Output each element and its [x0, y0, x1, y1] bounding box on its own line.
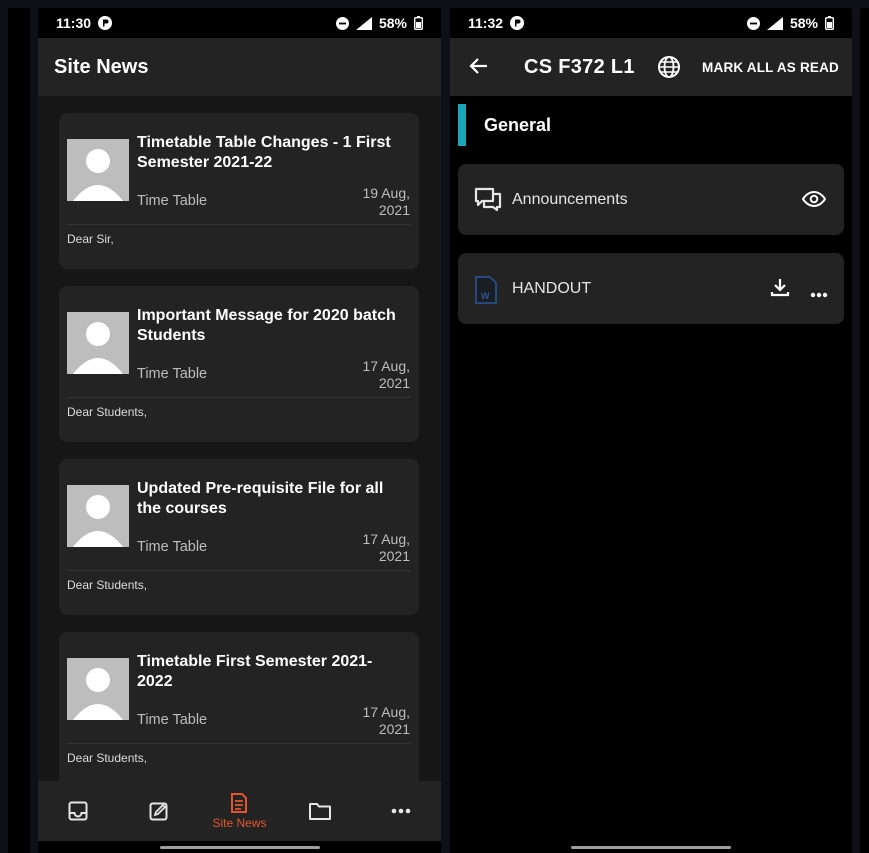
news-title: Timetable Table Changes - 1 First Semest…: [137, 134, 391, 171]
news-date-year: 2021: [378, 548, 410, 564]
status-time: 11:32: [468, 15, 504, 31]
course-title: CS F372 L1: [524, 55, 635, 78]
news-author: Time Table: [137, 712, 208, 728]
news-card[interactable]: Timetable First Semester 2021-2022 Time …: [59, 632, 419, 781]
eye-icon: [801, 190, 827, 208]
news-list: Timetable Table Changes - 1 First Semest…: [38, 96, 441, 781]
news-date-day: 19 Aug,: [362, 185, 411, 201]
news-date-year: 2021: [378, 202, 410, 218]
news-title: Updated Pre-requisite File for all the c…: [137, 480, 384, 517]
do-not-disturb-icon: [335, 16, 349, 30]
news-date: 17 Aug, 2021: [330, 358, 411, 392]
news-date-day: 17 Aug,: [362, 358, 411, 374]
news-card[interactable]: Important Message for 2020 batch Student…: [59, 286, 419, 442]
news-title: Timetable First Semester 2021-2022: [137, 653, 373, 690]
news-preview: Dear Students,: [67, 405, 148, 419]
signal-icon: [355, 16, 372, 30]
status-time: 11:30: [56, 15, 92, 31]
news-document-icon: [231, 793, 248, 813]
word-file-icon: W: [474, 276, 498, 309]
site-news-screen: 11:30 58% Site News Timetable Table Chan…: [38, 8, 441, 853]
do-not-disturb-icon: [746, 16, 760, 30]
app-bar: CS F372 L1 MARK ALL AS READ: [450, 38, 852, 96]
nav-item-more[interactable]: [360, 781, 441, 841]
nav-item-site-news[interactable]: Site News: [199, 781, 280, 841]
back-button[interactable]: [468, 55, 490, 82]
battery-icon: [414, 16, 423, 30]
module-announcements[interactable]: Announcements: [458, 164, 844, 235]
nav-item-inbox[interactable]: [38, 781, 119, 841]
next-screen-peek: [860, 8, 869, 853]
globe-icon: [658, 56, 680, 78]
forum-icon: [474, 187, 502, 218]
download-icon: [770, 279, 790, 297]
inbox-icon: [68, 801, 88, 821]
news-title: Important Message for 2020 batch Student…: [137, 307, 396, 344]
section-title: General: [484, 114, 552, 135]
arrow-left-icon: [469, 58, 487, 74]
module-label: HANDOUT: [512, 280, 592, 297]
battery-icon: [825, 16, 834, 30]
app-bar: Site News: [38, 38, 441, 96]
nav-item-assignments[interactable]: [119, 781, 200, 841]
gesture-home-bar[interactable]: [571, 846, 731, 849]
course-screen: 11:32 58% CS F372 L1 MARK ALL AS READ Ge…: [450, 8, 852, 853]
bottom-navigation: Site News: [38, 781, 441, 841]
module-handout[interactable]: W HANDOUT: [458, 253, 844, 324]
download-button[interactable]: [769, 276, 791, 303]
section-header: General: [458, 104, 551, 146]
author-avatar: [67, 485, 129, 547]
visibility-button[interactable]: [801, 187, 827, 216]
nav-item-files[interactable]: [280, 781, 361, 841]
module-label: Announcements: [512, 191, 628, 208]
previous-screen-peek: [8, 8, 30, 853]
folder-icon: [309, 803, 332, 820]
more-options-button[interactable]: [810, 285, 828, 303]
news-preview: Dear Sir,: [67, 232, 114, 246]
news-preview: Dear Students,: [67, 578, 148, 592]
more-horizontal-icon: [810, 292, 828, 298]
more-horizontal-icon: [391, 808, 410, 814]
news-date-year: 2021: [378, 721, 410, 737]
battery-percent: 58%: [378, 15, 407, 31]
news-card[interactable]: Updated Pre-requisite File for all the c…: [59, 459, 419, 615]
section-accent-bar: [458, 104, 466, 146]
news-author: Time Table: [137, 193, 208, 209]
signal-icon: [766, 16, 783, 30]
battery-percent: 58%: [789, 15, 818, 31]
author-avatar: [67, 139, 129, 201]
author-avatar: [67, 312, 129, 374]
news-date-day: 17 Aug,: [362, 531, 411, 547]
news-date: 17 Aug, 2021: [330, 531, 411, 565]
mark-all-as-read-button[interactable]: MARK ALL AS READ: [702, 60, 839, 75]
svg-text:W: W: [481, 291, 490, 301]
edit-note-icon: [149, 802, 168, 821]
news-author: Time Table: [137, 539, 208, 555]
app-notification-icon: [98, 16, 113, 30]
news-card[interactable]: Timetable Table Changes - 1 First Semest…: [59, 113, 419, 269]
gesture-home-bar[interactable]: [160, 846, 320, 849]
page-title: Site News: [54, 55, 149, 78]
open-in-browser-button[interactable]: [657, 55, 681, 84]
news-author: Time Table: [137, 366, 208, 382]
app-notification-icon: [510, 16, 525, 30]
divider: [67, 397, 411, 398]
news-date-day: 17 Aug,: [362, 704, 411, 720]
news-date: 17 Aug, 2021: [330, 704, 411, 738]
news-preview: Dear Students,: [67, 751, 148, 765]
divider: [67, 224, 411, 225]
status-bar: 11:30 58%: [38, 8, 441, 38]
status-bar: 11:32 58%: [450, 8, 852, 38]
news-date-year: 2021: [378, 375, 410, 391]
author-avatar: [67, 658, 129, 720]
divider: [67, 743, 411, 744]
divider: [67, 570, 411, 571]
news-date: 19 Aug, 2021: [330, 185, 411, 219]
nav-label: Site News: [212, 816, 267, 830]
